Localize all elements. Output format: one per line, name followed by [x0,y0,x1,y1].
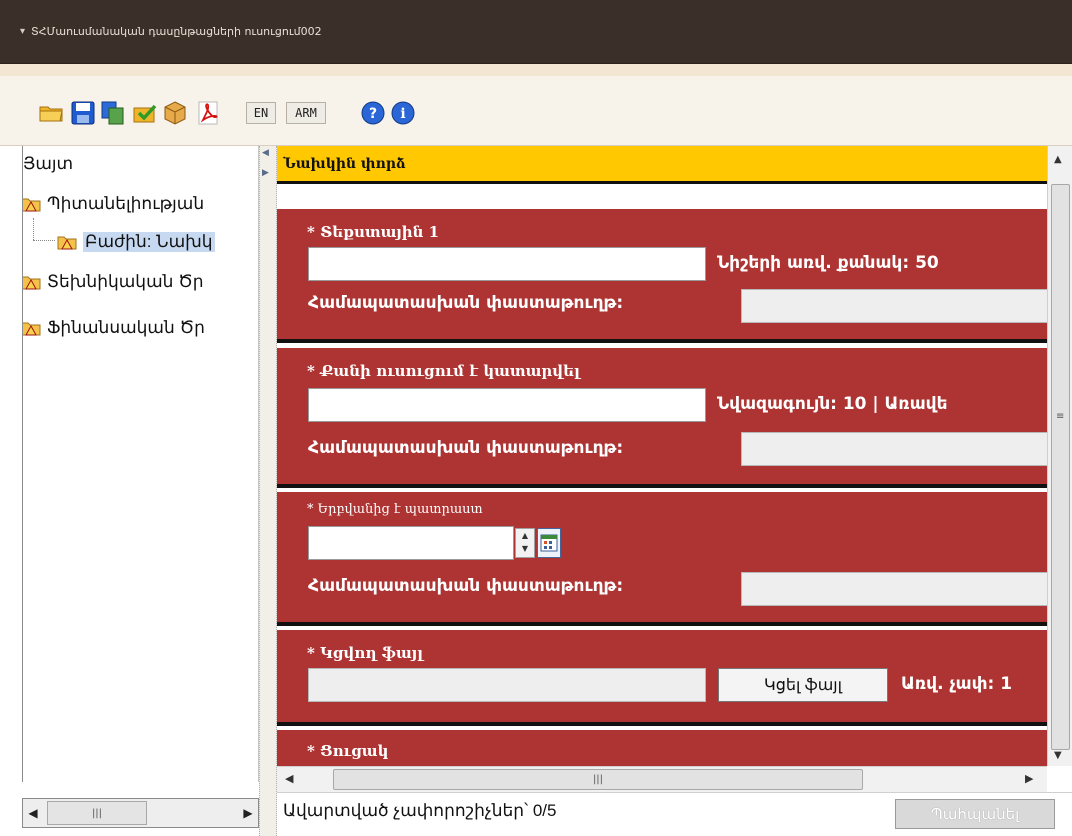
form-header: Նախկին փորձ [277,146,1047,184]
section-divider [277,722,1047,726]
scroll-up-arrow-icon[interactable]: ▲ [1054,154,1062,165]
field-label: * Տեքստային 1 [307,223,440,241]
status-bar: Ավարտված չափորոշիչներ՝ 0/5 Պահպանել [277,792,1072,836]
scroll-thumb[interactable]: ||| [47,801,147,825]
tree-horizontal-scrollbar[interactable]: ◀ ||| ▶ [22,798,259,828]
section-divider [277,339,1047,343]
form-section-file: * Կցվող ֆայլ Կցել ֆայլ Առվ. չափ: 1 [277,630,1047,722]
help-icon[interactable]: ? [360,100,386,126]
form-panel: Նախկին փորձ * Տեքստային 1 Նիշերի առվ. քա… [277,146,1047,766]
svg-text:i: i [400,106,405,122]
field-label: * Քանի ուսուցում է կատարվել [307,362,581,380]
scroll-down-arrow-icon[interactable]: ▼ [1054,750,1062,761]
form-section-text: * Տեքստային 1 Նիշերի առվ. քանակ: 50 Համա… [277,209,1047,339]
scroll-thumb[interactable]: ≡ [1051,184,1070,750]
folder-warning-icon [23,276,41,290]
field-label: * Ցուցակ [307,742,389,760]
proof-label: Համապատասխան փաստաթուղթ: [308,576,624,596]
collapse-left-icon[interactable]: ◀ [262,148,269,158]
attach-file-button[interactable]: Կցել ֆայլ [718,668,888,702]
proof-label: Համապատասխան փաստաթուղթ: [308,438,624,458]
tree-connector [33,218,34,240]
approve-icon[interactable] [132,100,158,126]
tree-connector [33,240,55,241]
scroll-right-arrow-icon[interactable]: ▶ [238,799,258,827]
window-title: ՏՀՄաուսմանական դասընթացների ուսուցում002 [31,25,322,38]
tree-item-label: Տեխնիկական Ծր [47,272,204,291]
field-label: * Կցվող ֆայլ [307,644,424,662]
tree-item-technical[interactable]: Տեխնիկական Ծր [23,270,204,294]
form-vertical-scrollbar[interactable]: ▲ ≡ ▼ [1047,146,1072,766]
toolbar: EN ARM ? i [0,76,1072,146]
open-folder-icon[interactable] [38,100,64,126]
grip-icon: ≡ [1056,411,1065,422]
field-label: * Երբվանից է պատրաստ [307,502,483,517]
tree-item-eligibility[interactable]: Պիտանելիության [23,192,205,216]
navigation-tree: Յայտ Պիտանելիության Բաժին: Նախկ Տեխնիկակ… [22,146,259,782]
form-section-list: * Ցուցակ [277,730,1047,766]
proof-label: Համապատասխան փաստաթուղթ: [308,293,624,313]
lang-arm-button[interactable]: ARM [286,102,326,124]
folder-warning-icon [23,322,41,336]
text-input[interactable] [308,247,706,281]
form-section-date: * Երբվանից է պատրաստ ▲ ▼ Համապատասխան փաս… [277,492,1047,622]
window-titlebar: ▾ ՏՀՄաուսմանական դասընթացների ուսուցում0… [0,0,1072,64]
copy-icon[interactable] [100,100,126,126]
field-hint: Նվազագույն: 10 | Առավե [717,394,948,414]
completion-status: Ավարտված չափորոշիչներ՝ 0/5 [283,801,557,820]
form-horizontal-scrollbar[interactable]: ◀ ||| ▶ [277,766,1047,792]
tree-item-label: Բաժին: Նախկ [83,232,215,252]
pdf-icon[interactable] [196,100,222,126]
form-section-count: * Քանի ուսուցում է կատարվել Նվազագույն: … [277,348,1047,484]
save-icon[interactable] [70,100,96,126]
number-input[interactable] [308,388,706,422]
expand-right-icon[interactable]: ▶ [262,168,269,178]
tree-item-section[interactable]: Բաժին: Նախկ [57,230,215,254]
tree-item-label: Յայտ [23,154,74,173]
tree-item-root[interactable]: Յայտ [23,152,73,176]
proof-input[interactable] [741,289,1047,323]
proof-input[interactable] [741,432,1047,466]
field-hint: Առվ. չափ: 1 [901,674,1013,694]
panel-splitter[interactable]: ◀ ▶ [259,146,277,836]
section-divider [277,484,1047,488]
collapse-caret-icon[interactable]: ▾ [20,26,25,37]
tree-item-label: Պիտանելիության [47,194,205,213]
section-divider [277,622,1047,626]
file-path-input[interactable] [308,668,706,702]
date-input[interactable] [308,526,514,560]
field-hint: Նիշերի առվ. քանակ: 50 [717,253,939,273]
calendar-icon [540,534,558,552]
tree-item-financial[interactable]: Ֆինանսական Ծր [23,316,205,340]
lang-en-button[interactable]: EN [246,102,276,124]
tree-item-label: Ֆինանսական Ծր [47,318,205,337]
date-spinner[interactable]: ▲ ▼ [515,528,535,558]
scroll-left-arrow-icon[interactable]: ◀ [23,799,43,827]
save-button[interactable]: Պահպանել [895,799,1055,829]
proof-input[interactable] [741,572,1047,606]
scroll-right-arrow-icon[interactable]: ▶ [1025,772,1033,785]
info-icon[interactable]: i [390,100,416,126]
folder-warning-icon [57,236,77,250]
package-icon[interactable] [162,100,188,126]
svg-text:?: ? [369,106,377,122]
scroll-left-arrow-icon[interactable]: ◀ [285,772,293,785]
folder-warning-icon [23,198,41,212]
title-gap-strip [0,64,1072,76]
calendar-button[interactable] [537,528,561,558]
scroll-thumb[interactable]: ||| [333,769,863,790]
